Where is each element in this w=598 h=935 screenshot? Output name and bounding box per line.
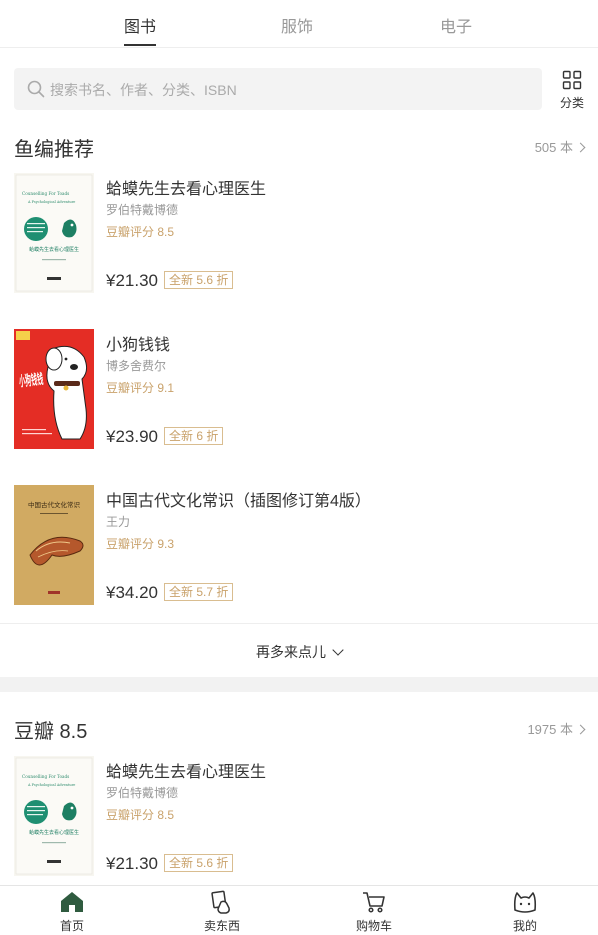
discount-badge: 全新 6 折	[164, 427, 224, 445]
book-author: 博多舍费尔	[106, 359, 167, 373]
search-input[interactable]: 搜索书名、作者、分类、ISBN	[14, 68, 542, 110]
book-author: 罗伯特戴博德	[106, 203, 179, 217]
svg-text:A Psychological Adventure: A Psychological Adventure	[27, 200, 75, 204]
book-title: 中国古代文化常识（插图修订第4版）	[106, 493, 371, 510]
book-author: 王力	[106, 515, 131, 529]
category-button[interactable]: 分类	[556, 70, 588, 112]
book-item[interactable]: 中国古代文化常识 中国古代文化常识（插图修订第4版） 王力 豆瓣评分 9.3 ¥…	[0, 485, 598, 615]
cover-title-en: Counselling For Toads	[22, 191, 69, 196]
bottom-nav: 首页 卖东西 购物车 我的	[0, 885, 598, 935]
discount-badge: 全新 5.6 折	[164, 854, 234, 872]
section-title: 豆瓣 8.5	[14, 721, 88, 743]
grid-icon	[562, 70, 582, 90]
discount-badge: 全新 5.7 折	[164, 583, 234, 601]
tab-electronics[interactable]: 电子	[440, 13, 472, 37]
cover-title-cn: 蛤蟆先生去看心理医生	[29, 246, 79, 253]
home-icon	[61, 892, 83, 912]
book-title: 小狗钱钱	[106, 337, 171, 354]
cover-title-en: Counselling For Toads	[22, 774, 69, 779]
section-count-link[interactable]: 505 本	[534, 137, 586, 156]
active-tab-indicator	[124, 44, 156, 46]
nav-profile[interactable]: 我的	[485, 890, 565, 934]
nav-label: 购物车	[355, 919, 392, 933]
chevron-right-icon	[575, 142, 586, 153]
search-placeholder: 搜索书名、作者、分类、ISBN	[50, 82, 237, 98]
cover-title-cn: 蛤蟆先生去看心理医生	[29, 829, 79, 836]
discount-badge: 全新 5.6 折	[164, 271, 234, 289]
section-title: 鱼编推荐	[14, 139, 94, 161]
category-label: 分类	[559, 96, 584, 110]
cover-title-cn: 小狗钱钱	[18, 371, 44, 390]
nav-sell[interactable]: 卖东西	[182, 890, 262, 934]
section-count: 1975 本	[527, 722, 573, 737]
book-item[interactable]: Counselling For Toads A Psychological Ad…	[0, 756, 598, 886]
book-rating: 豆瓣评分 8.5	[106, 225, 175, 239]
book-price: ¥21.30	[106, 854, 158, 873]
book-cover: 中国古代文化常识	[14, 485, 94, 605]
book-price: ¥21.30	[106, 271, 158, 290]
nav-cart[interactable]: 购物车	[334, 890, 414, 934]
sell-book-icon	[211, 890, 230, 914]
section-count: 505 本	[534, 140, 573, 155]
cover-title-cn: 中国古代文化常识	[28, 500, 81, 509]
tab-clothing[interactable]: 服饰	[281, 13, 313, 37]
nav-home[interactable]: 首页	[32, 890, 112, 934]
section-count-link[interactable]: 1975 本	[527, 719, 586, 738]
search-icon	[27, 80, 45, 98]
book-cover: Counselling For Toads A Psychological Ad…	[14, 173, 94, 293]
nav-label: 卖东西	[203, 919, 240, 933]
book-item[interactable]: 小狗钱钱 小狗钱钱 博多舍费尔 豆瓣评分 9.1 ¥23.90 全新 6 折	[0, 329, 598, 459]
book-title: 蛤蟆先生去看心理医生	[106, 764, 267, 781]
book-cover: Counselling For Toads A Psychological Ad…	[14, 756, 94, 876]
book-item[interactable]: Counselling For Toads A Psychological Ad…	[0, 173, 598, 303]
svg-text:A Psychological Adventure: A Psychological Adventure	[27, 783, 75, 787]
book-rating: 豆瓣评分 8.5	[106, 808, 175, 822]
book-price: ¥34.20	[106, 583, 158, 602]
cat-face-icon	[513, 892, 537, 913]
cart-icon	[363, 892, 385, 913]
tab-books[interactable]: 图书	[124, 13, 156, 37]
book-title: 蛤蟆先生去看心理医生	[106, 181, 267, 198]
chevron-right-icon	[575, 724, 586, 735]
load-more-label: 再多来点儿	[256, 644, 344, 660]
nav-label: 我的	[512, 919, 537, 933]
book-rating: 豆瓣评分 9.3	[106, 537, 175, 551]
chevron-down-icon	[332, 644, 344, 656]
book-author: 罗伯特戴博德	[106, 786, 179, 800]
top-tabs: 图书 服饰 电子	[0, 0, 598, 48]
book-rating: 豆瓣评分 9.1	[106, 381, 175, 395]
load-more-button[interactable]: 再多来点儿	[0, 623, 598, 677]
book-price: ¥23.90	[106, 427, 158, 446]
nav-label: 首页	[59, 919, 84, 933]
book-cover: 小狗钱钱	[14, 329, 94, 449]
section-divider	[0, 677, 598, 692]
